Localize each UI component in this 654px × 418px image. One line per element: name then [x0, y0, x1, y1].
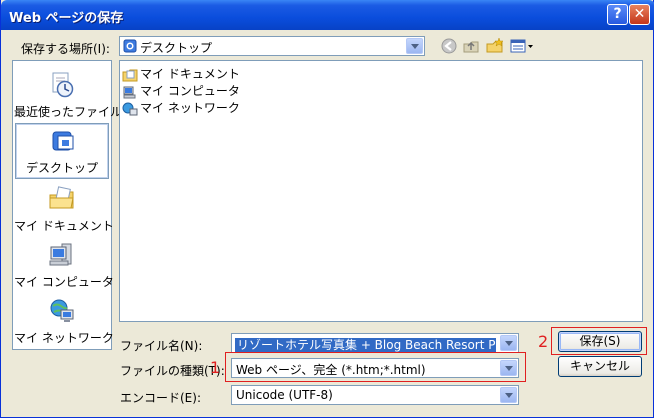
- location-label: 保存する場所(I):: [21, 42, 110, 56]
- save-webpage-dialog: Web ページの保存 ? ✕ 保存する場所(I): デスクトップ 最近使ったファ…: [0, 0, 654, 418]
- places-bar: 最近使ったファイル デスクトップ マイ ドキュメント マイ コンピュータ マイ …: [12, 60, 123, 350]
- place-desktop[interactable]: デスクトップ: [15, 123, 109, 179]
- file-name: マイ ドキュメント: [140, 67, 240, 81]
- file-list[interactable]: マイ ドキュメント マイ コンピュータ マイ ネットワーク: [119, 60, 643, 322]
- recent-documents-icon: [52, 72, 74, 98]
- annotation-box-filetype: [225, 352, 526, 382]
- encoding-select[interactable]: Unicode (UTF-8): [231, 385, 519, 405]
- place-label: マイ ドキュメント: [14, 219, 114, 233]
- my-computer-icon: [123, 86, 136, 98]
- place-my-computer[interactable]: マイ コンピュータ: [14, 237, 114, 293]
- place-label: デスクトップ: [25, 161, 98, 175]
- desktop-icon: [52, 131, 74, 151]
- filename-value-wrap: リゾートホテル写真集 + Blog Beach Resort Photoclip: [235, 336, 496, 353]
- close-button[interactable]: ✕: [629, 4, 650, 25]
- encoding-label: エンコード(E):: [120, 391, 201, 405]
- list-item[interactable]: マイ ネットワーク: [122, 99, 240, 115]
- location-combo[interactable]: デスクトップ: [119, 36, 425, 56]
- back-icon[interactable]: [439, 37, 459, 55]
- file-name: マイ コンピュータ: [140, 84, 240, 98]
- encoding-value: Unicode (UTF-8): [236, 388, 333, 402]
- my-documents-icon: [49, 186, 74, 209]
- annotation-number-2: 2: [538, 332, 549, 351]
- filename-value: リゾートホテル写真集 + Blog Beach Resort Photoclip: [235, 338, 496, 352]
- view-menu-icon[interactable]: [509, 37, 535, 55]
- help-icon: ?: [613, 6, 622, 22]
- chevron-down-icon[interactable]: [406, 38, 423, 54]
- up-folder-icon[interactable]: [461, 37, 481, 55]
- list-item[interactable]: マイ ドキュメント: [122, 65, 240, 81]
- place-label: マイ コンピュータ: [14, 275, 114, 289]
- window-title: Web ページの保存: [9, 11, 124, 26]
- list-item[interactable]: マイ コンピュータ: [122, 82, 240, 98]
- chevron-down-icon[interactable]: [500, 335, 517, 351]
- desktop-icon: [123, 39, 137, 53]
- close-icon: ✕: [633, 6, 646, 22]
- filename-label: ファイル名(N):: [120, 339, 203, 353]
- chevron-down-icon[interactable]: [500, 387, 517, 403]
- annotation-number-1: 1: [210, 358, 221, 377]
- location-value: デスクトップ: [140, 41, 213, 55]
- file-name: マイ ネットワーク: [140, 101, 240, 115]
- place-my-network[interactable]: マイ ネットワーク: [14, 293, 114, 349]
- place-label: マイ ネットワーク: [14, 331, 114, 345]
- my-network-icon: [50, 299, 74, 322]
- new-folder-icon[interactable]: [485, 37, 505, 55]
- annotation-box-save: [551, 327, 647, 355]
- help-button[interactable]: ?: [607, 4, 628, 25]
- my-documents-icon: [122, 69, 138, 81]
- place-my-documents[interactable]: マイ ドキュメント: [14, 181, 114, 237]
- title-bar[interactable]: Web ページの保存 ? ✕: [1, 0, 654, 30]
- cancel-button[interactable]: キャンセル: [558, 356, 642, 377]
- place-recent[interactable]: 最近使ったファイル: [14, 67, 123, 123]
- my-network-icon: [122, 102, 138, 115]
- place-label: 最近使ったファイル: [14, 105, 123, 119]
- my-computer-icon: [49, 243, 72, 266]
- filename-input[interactable]: リゾートホテル写真集 + Blog Beach Resort Photoclip: [231, 333, 519, 353]
